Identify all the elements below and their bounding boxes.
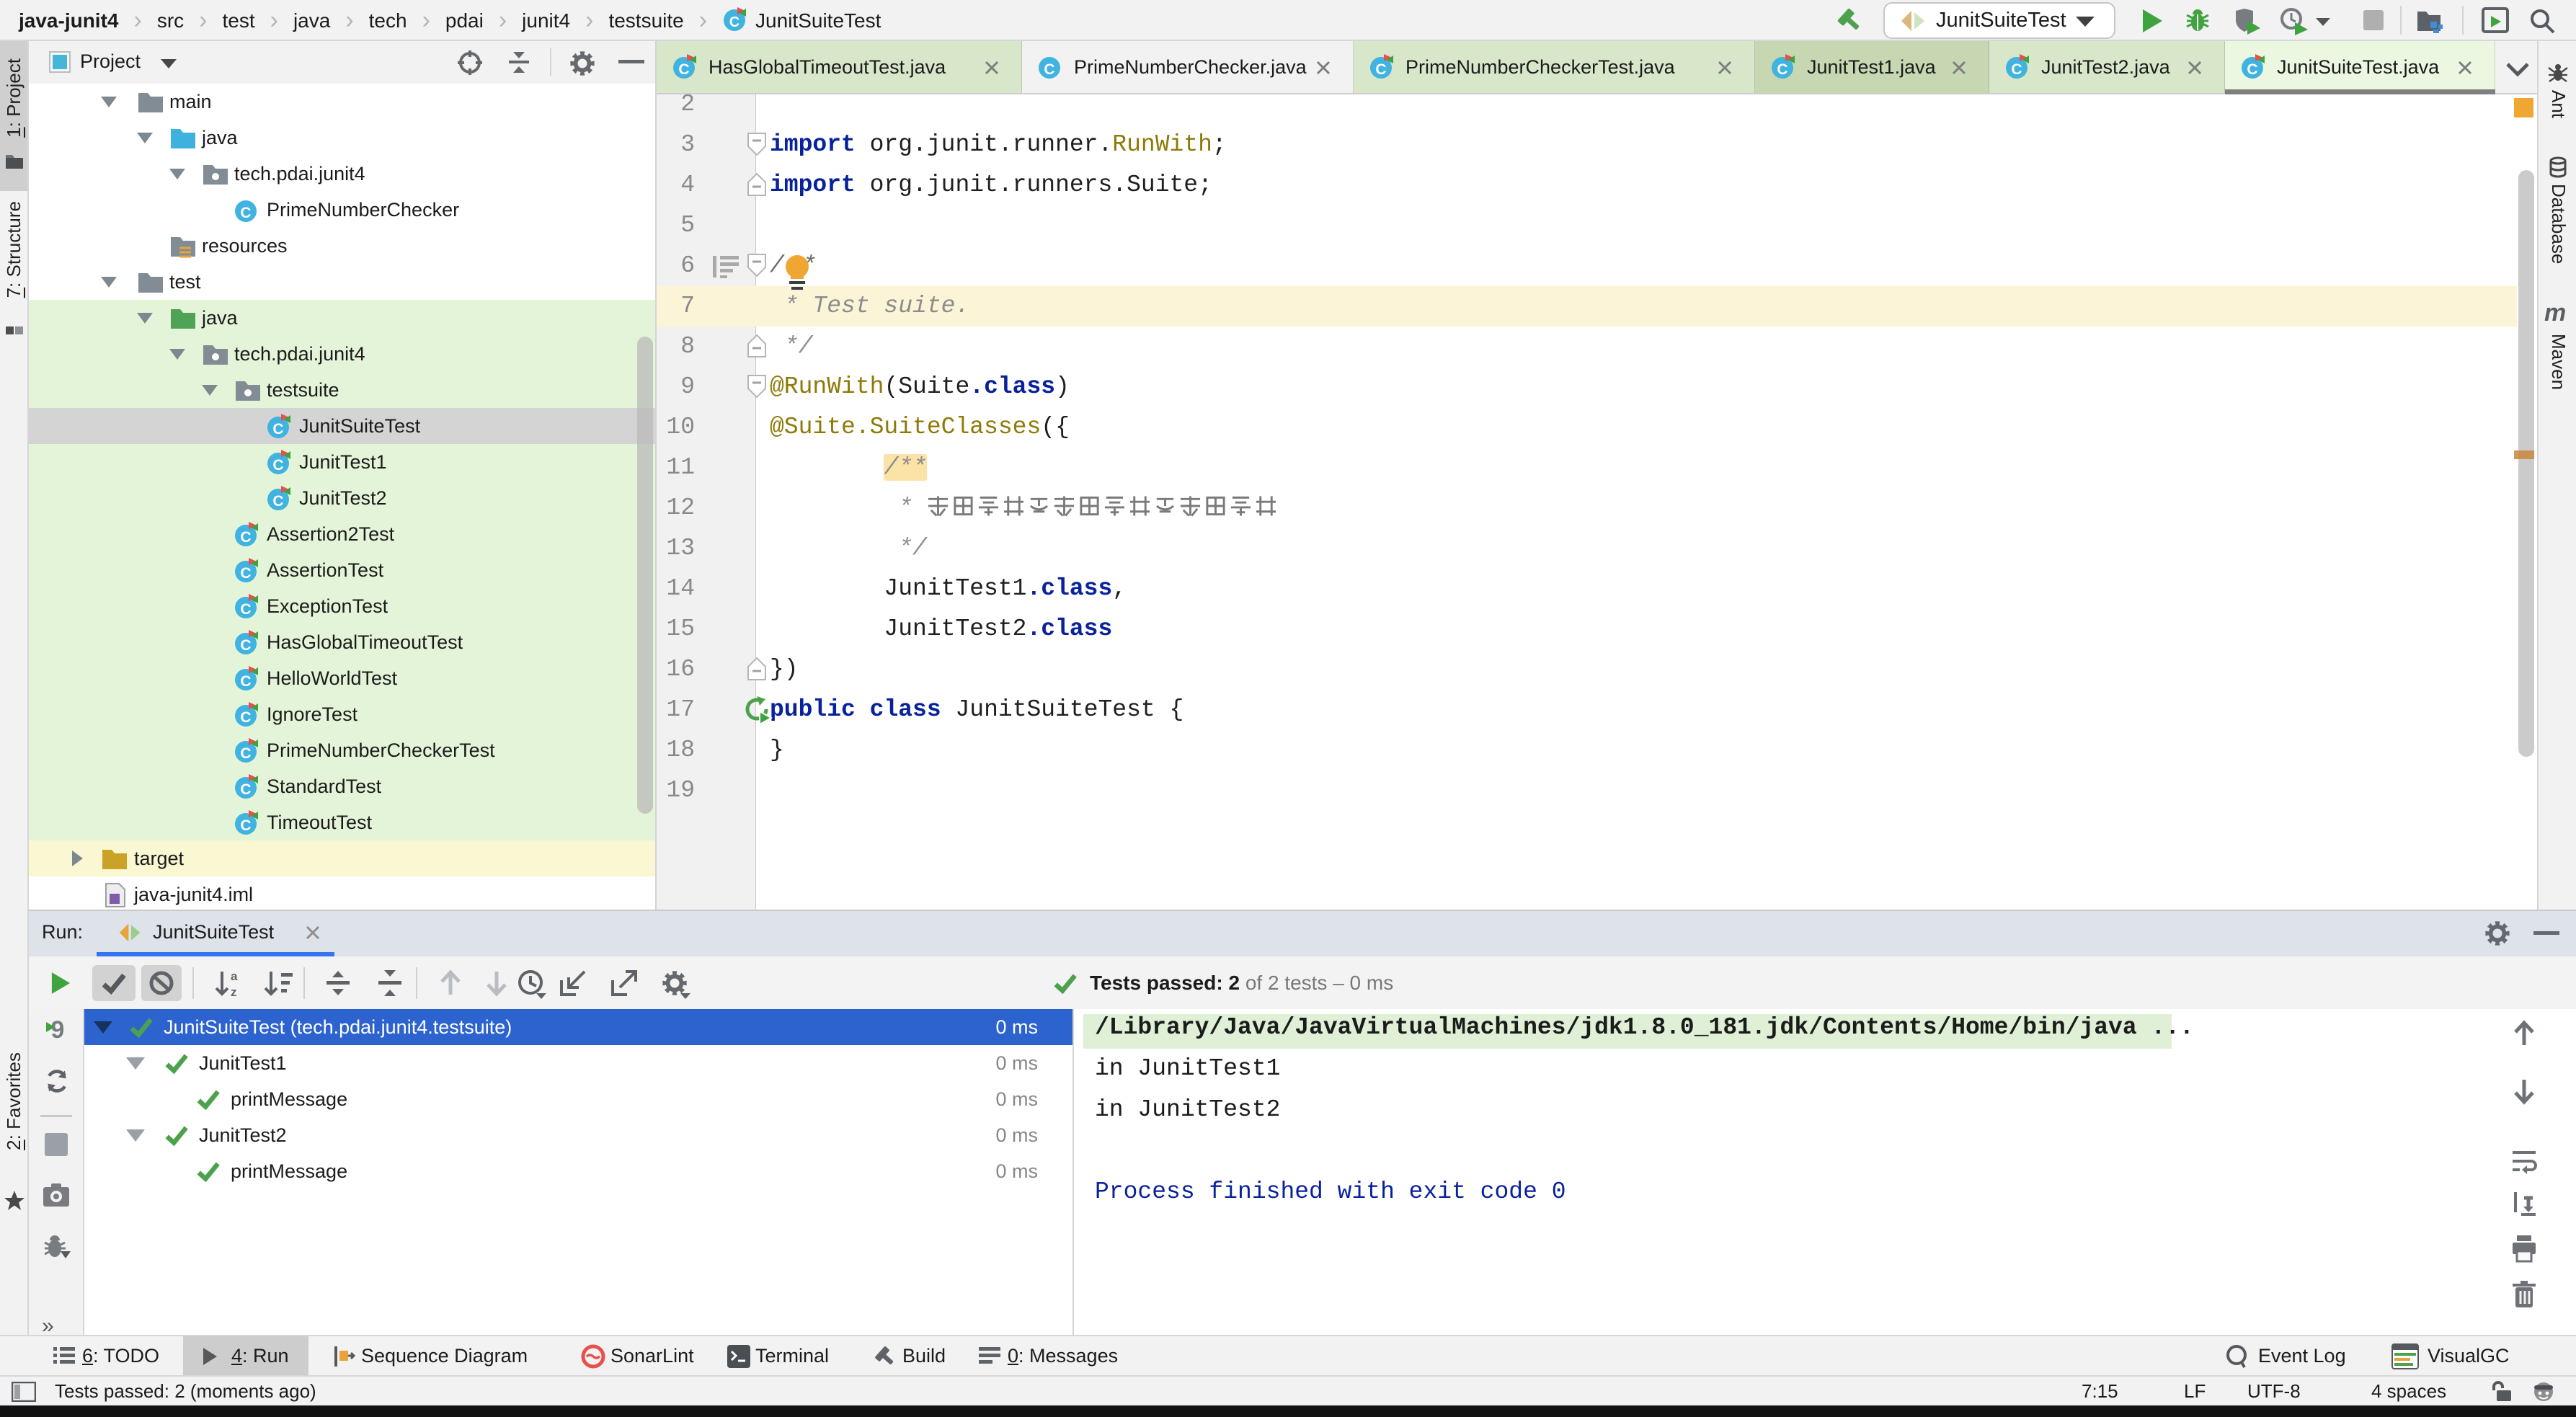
svg-text:C: C <box>240 529 251 546</box>
svg-text:C: C <box>2247 61 2257 78</box>
svg-text:a: a <box>231 969 238 983</box>
svg-text:C: C <box>2011 61 2022 78</box>
svg-text:C: C <box>678 61 689 78</box>
svg-text:C: C <box>272 457 283 474</box>
svg-text:C: C <box>240 565 251 582</box>
svg-text:C: C <box>240 781 251 798</box>
svg-text:C: C <box>272 421 283 437</box>
svg-text:z: z <box>231 985 237 998</box>
svg-text:C: C <box>240 817 251 834</box>
svg-text:C: C <box>240 673 251 690</box>
svg-text:C: C <box>240 205 251 221</box>
svg-text:9: 9 <box>51 1016 65 1044</box>
svg-text:C: C <box>240 709 251 726</box>
svg-text:C: C <box>1044 61 1054 78</box>
svg-text:C: C <box>729 14 740 30</box>
svg-text:C: C <box>1375 61 1386 78</box>
svg-text:C: C <box>240 637 251 654</box>
svg-text:C: C <box>1777 61 1787 78</box>
svg-text:C: C <box>272 493 283 510</box>
svg-text:C: C <box>240 745 251 762</box>
svg-text:C: C <box>240 601 251 618</box>
